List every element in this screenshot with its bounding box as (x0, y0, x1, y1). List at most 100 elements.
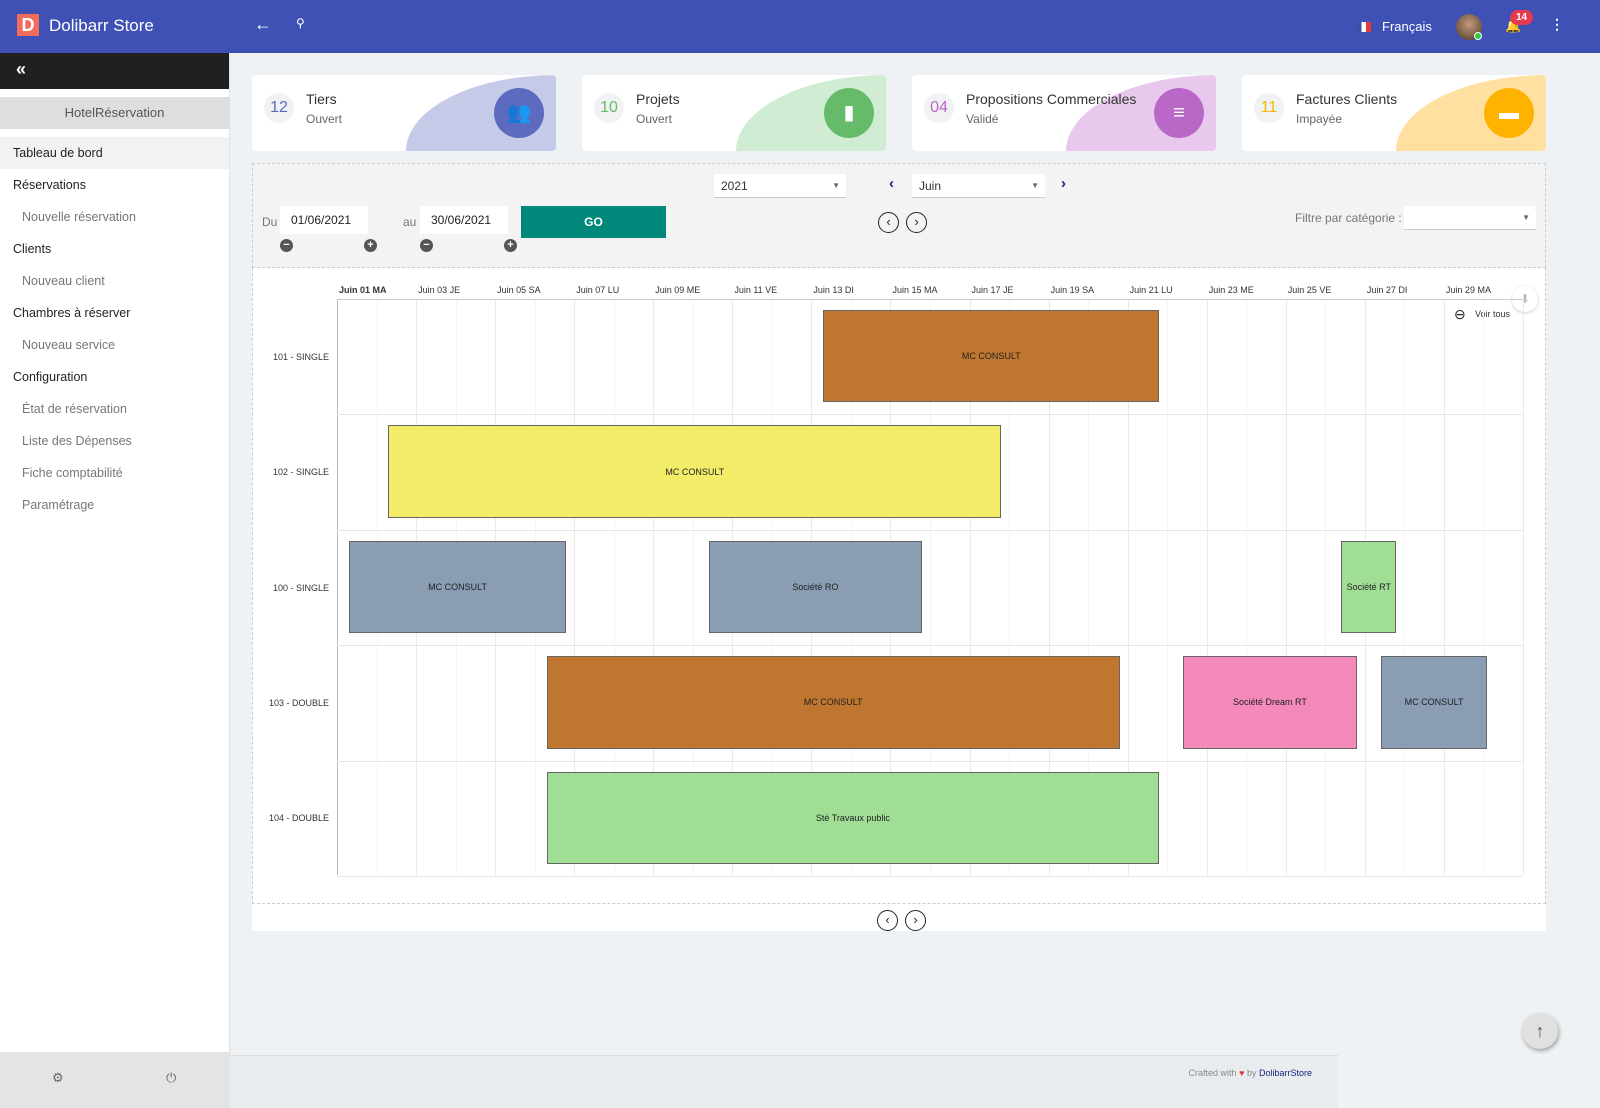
end-date-minus-icon[interactable]: − (420, 239, 433, 252)
stat-card-tiers[interactable]: 12 Tiers Ouvert 👥 (252, 75, 556, 151)
more-vertical-icon[interactable]: ⋮ (1550, 16, 1564, 33)
reservation-bar[interactable]: Société RT (1341, 540, 1397, 634)
row-divider (337, 529, 1523, 531)
gridline-vertical (1325, 299, 1327, 875)
scroll-to-top-button[interactable]: ↑ (1522, 1013, 1558, 1049)
show-all-link[interactable]: Voir tous (1475, 309, 1510, 319)
prev-month-icon[interactable]: ‹ (889, 175, 894, 192)
zoom-out-icon[interactable]: ⊖ (1454, 306, 1466, 323)
sidebar-menu: Tableau de bord Réservations Nouvelle rése… (0, 137, 229, 521)
stat-card-propositions-commerciales[interactable]: 04 Propositions Commerciales Validé ≡ (912, 75, 1216, 151)
start-date-plus-icon[interactable]: + (364, 239, 377, 252)
year-select[interactable]: 2021 ▼ (714, 174, 846, 198)
reservation-bar[interactable]: MC CONSULT (348, 540, 567, 634)
card-title: Tiers (306, 91, 337, 107)
footer-text: Crafted with (1188, 1068, 1237, 1078)
row-label: 100 - SINGLE (272, 582, 329, 593)
start-date-input[interactable]: 01/06/2021 (280, 206, 368, 234)
stat-card-projets[interactable]: 10 Projets Ouvert ▮ (582, 75, 886, 151)
sidebar: « HotelRéservation Tableau de bord Réserv… (0, 53, 230, 1108)
x-tick-label: Juin 27 DI (1366, 285, 1408, 295)
sidebar-item-fiche-comptabilite[interactable]: Fiche comptabilité (0, 457, 229, 489)
x-tick-label: Juin 23 ME (1208, 285, 1254, 295)
next-period-circle-icon[interactable]: › (906, 212, 927, 233)
row-label: 104 - DOUBLE (268, 813, 329, 824)
card-count: 04 (924, 93, 954, 123)
gridline-vertical (1206, 299, 1208, 875)
next-period-bottom-icon[interactable]: › (905, 910, 926, 931)
stat-card-factures-clients[interactable]: 11 Factures Clients Impayée ▬ (1242, 75, 1546, 151)
sidebar-item-chambres-a-reserver[interactable]: Chambres à réserver (0, 297, 229, 329)
sidebar-item-reservations[interactable]: Réservations (0, 169, 229, 201)
sidebar-item-nouveau-client[interactable]: Nouveau client (0, 265, 229, 297)
brand-name[interactable]: Dolibarr Store (49, 16, 154, 36)
online-status-dot (1474, 32, 1482, 40)
next-month-icon[interactable]: › (1061, 175, 1066, 192)
sidebar-item-liste-des-depenses[interactable]: Liste des Dépenses (0, 425, 229, 457)
au-label: au (403, 215, 417, 229)
reservation-bar[interactable]: MC CONSULT (823, 310, 1160, 403)
language-selector[interactable]: Français (1382, 19, 1432, 34)
card-title: Propositions Commerciales (966, 91, 1137, 107)
end-date-plus-icon[interactable]: + (504, 239, 517, 252)
x-tick-label: Juin 15 MA (892, 285, 938, 295)
footer-author-link[interactable]: DolibarrStore (1259, 1068, 1312, 1078)
sidebar-footer: ⚙ ⏻ (0, 1052, 230, 1108)
end-date-input[interactable]: 30/06/2021 (420, 206, 508, 234)
sidebar-item-nouvelle-reservation[interactable]: Nouvelle réservation (0, 201, 229, 233)
x-tick-label: Juin 29 MA (1445, 285, 1491, 295)
reservation-panel: 2021 ▼ ‹ Juin ▼ › Du 01/06/2021 − + au 30/… (252, 163, 1546, 931)
reservation-bar[interactable]: MC CONSULT (546, 656, 1120, 749)
x-tick-label: Juin 05 SA (497, 285, 541, 295)
month-select[interactable]: Juin ▼ (912, 174, 1045, 198)
x-tick-label: Juin 01 MA (339, 285, 387, 295)
card-count: 11 (1254, 93, 1284, 123)
sidebar-item-etat-de-reservation[interactable]: État de réservation (0, 393, 229, 425)
x-tick-label: Juin 11 VE (734, 285, 778, 295)
reservation-bar[interactable]: Société Dream RT (1183, 656, 1357, 749)
notification-badge: 14 (1510, 10, 1534, 25)
collapse-sidebar-icon[interactable]: « (0, 53, 229, 89)
card-status: Ouvert (306, 112, 343, 126)
back-arrow-icon[interactable]: ← (254, 14, 272, 35)
sidebar-item-nouveau-service[interactable]: Nouveau service (0, 329, 229, 361)
card-count: 12 (264, 93, 294, 123)
power-logout-icon[interactable]: ⏻ (166, 1070, 176, 1086)
reservation-bar[interactable]: Sté Travaux public (546, 771, 1160, 864)
settings-gear-icon[interactable]: ⚙ (52, 1070, 64, 1086)
gridline-vertical (1483, 299, 1485, 875)
gridline-vertical (1285, 299, 1287, 875)
year-value: 2021 (721, 179, 748, 193)
start-date-minus-icon[interactable]: − (280, 239, 293, 252)
brand-logo[interactable]: D (17, 14, 39, 36)
du-label: Du (262, 215, 278, 229)
prev-period-bottom-icon[interactable]: ‹ (877, 910, 898, 931)
search-icon[interactable]: ⚲ (296, 16, 305, 30)
sidebar-item-parametrage[interactable]: Paramétrage (0, 489, 229, 521)
gridline-vertical (1523, 299, 1524, 875)
reservation-bar[interactable]: MC CONSULT (388, 425, 1002, 518)
card-status: Ouvert (636, 112, 673, 126)
x-tick-label: Juin 21 LU (1129, 285, 1173, 295)
x-tick-label: Juin 07 LU (576, 285, 620, 295)
card-title: Factures Clients (1296, 91, 1398, 107)
card-status: Impayée (1296, 112, 1343, 126)
category-select[interactable]: ▼ (1404, 206, 1536, 230)
sidebar-item-tableau-de-bord[interactable]: Tableau de bord (0, 137, 229, 169)
file-icon: ▮ (824, 88, 874, 138)
reservation-bar[interactable]: Société RO (708, 540, 923, 634)
heart-icon: ♥ (1239, 1068, 1245, 1078)
category-filter-label: Filtre par catégorie : (1295, 211, 1402, 225)
sidebar-item-configuration[interactable]: Configuration (0, 361, 229, 393)
month-value: Juin (919, 179, 942, 193)
x-tick-label: Juin 25 VE (1287, 285, 1332, 295)
card-count: 10 (594, 93, 624, 123)
france-flag-icon[interactable] (1357, 22, 1371, 32)
x-tick-label: Juin 13 DI (813, 285, 854, 295)
reservation-bar[interactable]: MC CONSULT (1380, 656, 1488, 749)
x-tick-label: Juin 09 ME (655, 285, 701, 295)
card-status: Validé (966, 112, 999, 126)
prev-period-circle-icon[interactable]: ‹ (878, 212, 899, 233)
go-button[interactable]: GO (521, 206, 666, 238)
sidebar-item-clients[interactable]: Clients (0, 233, 229, 265)
